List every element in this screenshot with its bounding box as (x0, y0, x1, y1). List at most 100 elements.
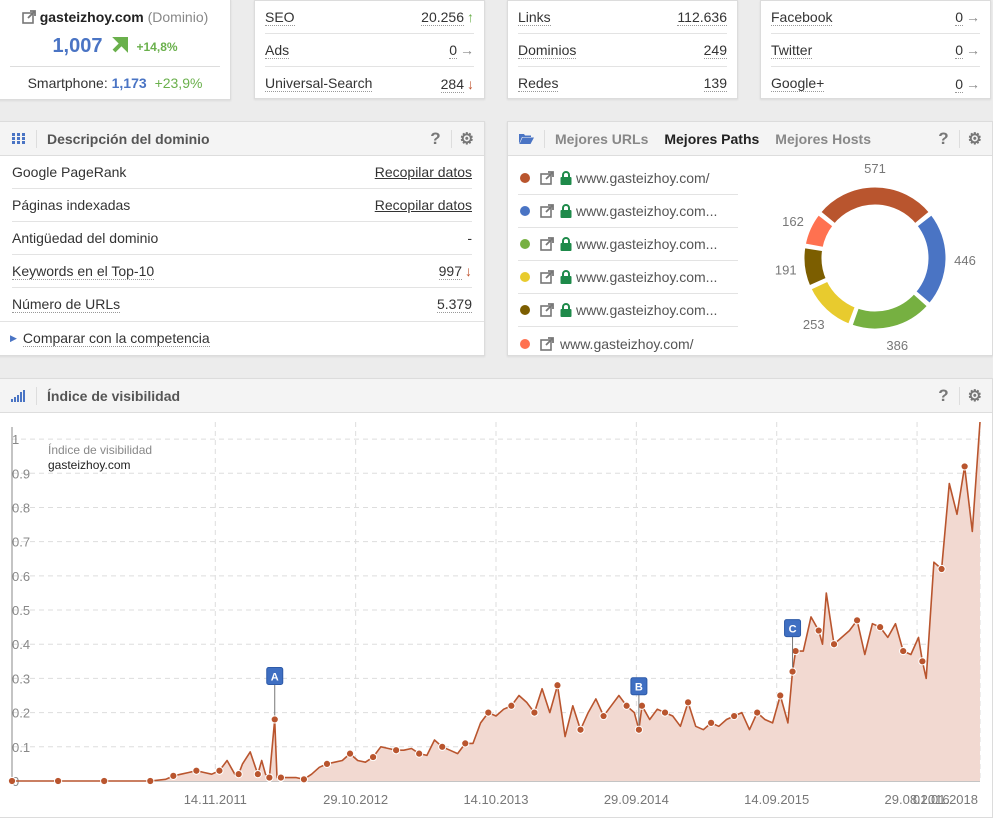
tab-best-hosts[interactable]: Mejores Hosts (775, 131, 871, 147)
metric-value[interactable]: 20.256 (421, 9, 464, 26)
donut-slice[interactable] (817, 184, 933, 228)
gear-icon[interactable]: ⚙ (968, 386, 982, 406)
data-point[interactable] (253, 770, 262, 779)
data-point[interactable] (960, 462, 969, 471)
metric-value[interactable]: 0 (449, 42, 457, 59)
tab-best-urls[interactable]: Mejores URLs (555, 131, 648, 147)
external-link-icon[interactable] (21, 10, 36, 27)
data-point[interactable] (270, 715, 279, 724)
data-point[interactable] (776, 691, 785, 700)
data-point[interactable] (730, 711, 739, 721)
data-point[interactable] (937, 564, 946, 574)
collect-data-link[interactable]: Recopilar datos (375, 164, 472, 180)
row-value[interactable]: 997 (438, 263, 462, 280)
data-point[interactable] (507, 701, 516, 710)
compare-link[interactable]: Comparar con la competencia (22, 330, 210, 347)
data-point[interactable] (852, 616, 862, 625)
data-point[interactable] (368, 752, 378, 762)
metric-label[interactable]: Links (518, 9, 551, 26)
data-point[interactable] (345, 749, 355, 758)
metric-label[interactable]: Dominios (518, 42, 577, 59)
metric-value[interactable]: 284 (440, 75, 464, 93)
universal-search-row[interactable]: Universal-Search 284 ↓ (265, 67, 474, 100)
data-point[interactable] (660, 708, 670, 717)
data-point[interactable] (265, 773, 274, 782)
domains-row[interactable]: Dominios 249 (518, 34, 727, 67)
help-icon[interactable]: ? (938, 129, 948, 149)
data-point[interactable] (215, 766, 224, 775)
data-point[interactable] (599, 711, 608, 721)
url-count-row[interactable]: Número de URLs 5.379 (12, 288, 472, 321)
path-item[interactable]: www.gasteizhoy.com... (518, 195, 738, 228)
data-point[interactable] (192, 766, 201, 775)
data-point[interactable] (753, 708, 762, 717)
external-link-icon[interactable] (540, 204, 554, 218)
twitter-row[interactable]: Twitter 0 → (771, 34, 980, 67)
data-point[interactable] (791, 646, 800, 656)
metric-value[interactable]: 139 (703, 75, 727, 92)
gear-icon[interactable]: ⚙ (460, 129, 474, 149)
external-link-icon[interactable] (540, 270, 554, 284)
data-point[interactable] (876, 623, 885, 632)
data-point[interactable] (788, 667, 797, 676)
path-item[interactable]: www.gasteizhoy.com/ (518, 327, 738, 360)
path-url[interactable]: www.gasteizhoy.com... (576, 203, 717, 219)
data-point[interactable] (276, 773, 285, 782)
metric-value[interactable]: 112.636 (677, 9, 727, 26)
top10-keywords-row[interactable]: Keywords en el Top-10 997 ↓ (12, 255, 472, 288)
metric-label[interactable]: Ads (265, 42, 290, 59)
metric-value[interactable]: 249 (703, 42, 727, 59)
domain-name[interactable]: gasteizhoy.com (40, 9, 144, 25)
data-point[interactable] (438, 742, 447, 751)
metric-label[interactable]: SEO (265, 9, 295, 26)
metric-label[interactable]: Twitter (771, 42, 813, 59)
data-point[interactable] (814, 626, 823, 635)
help-icon[interactable]: ? (938, 386, 948, 406)
path-url[interactable]: www.gasteizhoy.com... (576, 302, 717, 318)
googleplus-row[interactable]: Google+ 0 → (771, 67, 980, 100)
path-url[interactable]: www.gasteizhoy.com... (576, 269, 717, 285)
help-icon[interactable]: ? (430, 129, 440, 149)
donut-slice[interactable] (801, 244, 830, 289)
metric-label[interactable]: Universal-Search (265, 75, 373, 92)
facebook-row[interactable]: Facebook 0 → (771, 1, 980, 34)
data-point[interactable] (553, 681, 562, 690)
donut-slice[interactable] (848, 290, 931, 332)
compare-competition[interactable]: ▶ Comparar con la competencia (0, 321, 484, 354)
donut-slice[interactable] (912, 211, 949, 307)
metric-value[interactable]: 0 (955, 75, 963, 93)
networks-row[interactable]: Redes 139 (518, 67, 727, 100)
data-point[interactable] (169, 771, 178, 780)
collect-data-link[interactable]: Recopilar datos (375, 197, 472, 213)
ads-row[interactable]: Ads 0 → (265, 34, 474, 67)
data-point[interactable] (53, 776, 63, 786)
data-point[interactable] (146, 776, 155, 786)
metric-value[interactable]: 0 (955, 42, 963, 59)
data-point[interactable] (683, 698, 693, 707)
data-point[interactable] (7, 776, 17, 786)
data-point[interactable] (622, 701, 631, 710)
path-url[interactable]: www.gasteizhoy.com... (576, 236, 717, 252)
row-label[interactable]: Keywords en el Top-10 (12, 263, 155, 280)
data-point[interactable] (299, 775, 309, 784)
data-point[interactable] (484, 708, 493, 717)
row-value[interactable]: 5.379 (436, 296, 472, 313)
gear-icon[interactable]: ⚙ (968, 129, 982, 149)
visibility-chart[interactable]: 00.10.20.30.40.50.60.70.80.9114.11.20112… (0, 414, 993, 818)
data-point[interactable] (415, 749, 424, 758)
data-point[interactable] (461, 739, 470, 748)
path-url[interactable]: www.gasteizhoy.com/ (560, 336, 694, 352)
path-item[interactable]: www.gasteizhoy.com/ (518, 162, 738, 195)
data-point[interactable] (392, 746, 401, 755)
links-row[interactable]: Links 112.636 (518, 1, 727, 34)
external-link-icon[interactable] (540, 237, 554, 251)
legend-series[interactable]: gasteizhoy.com (48, 458, 130, 472)
data-point[interactable] (899, 646, 908, 656)
data-point[interactable] (637, 701, 647, 710)
data-point[interactable] (530, 708, 539, 717)
data-point[interactable] (100, 776, 109, 786)
external-link-icon[interactable] (540, 171, 554, 185)
data-point[interactable] (634, 725, 643, 734)
data-point[interactable] (829, 640, 839, 649)
external-link-icon[interactable] (540, 303, 554, 317)
